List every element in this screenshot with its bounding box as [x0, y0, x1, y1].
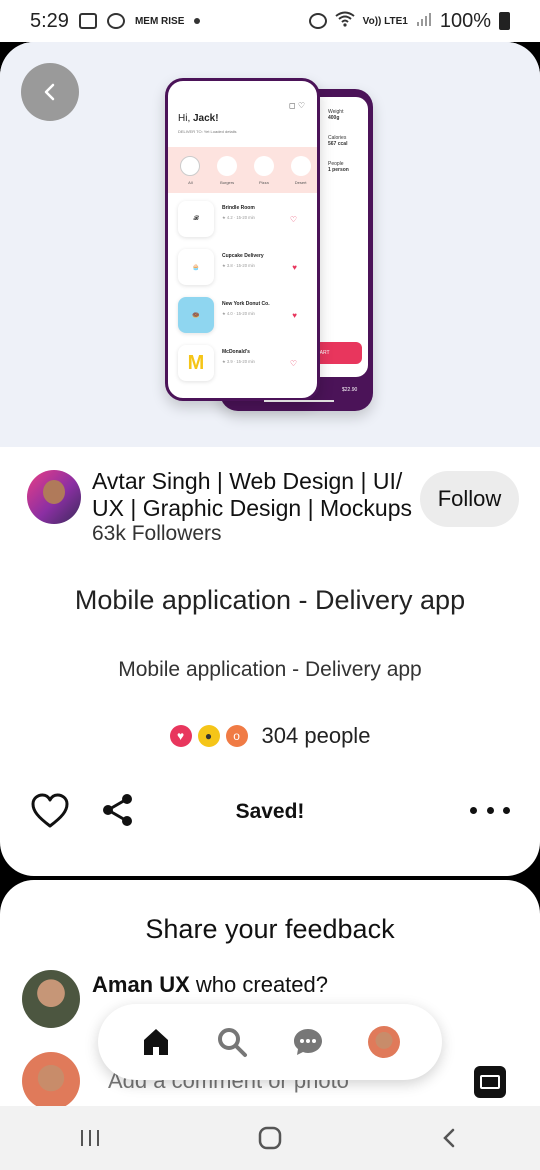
- mockup-logo-icon: 𝓑: [178, 201, 214, 237]
- mockup-restaurant-item: M McDonald's ★ 3.9 · 15-20 min ♡: [178, 345, 313, 385]
- more-dot-icon: [486, 806, 494, 814]
- more-dot-icon: [470, 806, 477, 814]
- mockup-phone-front: ◻ ♡ Hi, Jack! DELIVER TO: Yet Loaded det…: [165, 78, 320, 401]
- battery-icon: [499, 12, 510, 30]
- weight-value: 400g: [328, 115, 340, 121]
- comment: Aman UX who created?: [92, 972, 328, 998]
- home-icon: [144, 1029, 168, 1055]
- chat-icon: [294, 1029, 322, 1055]
- home-button[interactable]: [250, 1118, 290, 1158]
- home-circle-icon: [258, 1126, 282, 1150]
- mockup-greeting-name: Jack!: [193, 113, 219, 124]
- mockup-donut-icon: 🍩: [178, 297, 214, 333]
- status-bar: 5:29 MEM RISE Vo)) LTE1 100%: [0, 0, 540, 42]
- author-row: Avtar Singh | Web Design | UI/ UX | Grap…: [0, 466, 540, 556]
- mockup-category: Desert: [290, 155, 311, 185]
- share-button[interactable]: [100, 792, 136, 828]
- more-dot-icon: [503, 806, 510, 814]
- heart-icon: [31, 793, 69, 828]
- nav-messages[interactable]: [288, 1022, 328, 1062]
- profile-avatar: [368, 1026, 400, 1058]
- search-icon: [218, 1028, 247, 1057]
- saved-label: Saved!: [235, 800, 305, 823]
- mockup-bag-heart-icon: ◻ ♡: [288, 101, 305, 110]
- signal-icon: [416, 10, 432, 33]
- mockup-categories: All Burgers Pizza Desert: [168, 147, 317, 193]
- mockup-category: All: [180, 155, 201, 185]
- pin-card: Weight 400g Calories 567 ccal People 1 pers…: [0, 42, 540, 876]
- action-row: Saved!: [0, 792, 540, 832]
- mockup-mcdonalds-icon: M: [178, 345, 214, 381]
- more-options-button[interactable]: [470, 800, 510, 820]
- clock-alarm-icon: [308, 13, 327, 29]
- wifi-icon: [335, 10, 355, 33]
- comment-author[interactable]: Aman UX: [92, 972, 190, 997]
- author-avatar[interactable]: [27, 470, 81, 524]
- photo-icon: [480, 1075, 500, 1089]
- mockup-cupcake-icon: 🧁: [178, 249, 214, 285]
- system-nav-bar: [0, 1106, 540, 1170]
- reactions-summary[interactable]: ♥ ● o 304 people: [0, 723, 540, 749]
- heart-reaction-icon: ♥: [169, 725, 192, 747]
- wow-reaction-icon: ●: [197, 725, 220, 747]
- current-user-avatar: [22, 1052, 80, 1110]
- mockup-greeting: Hi,: [178, 113, 193, 124]
- dot-icon: [194, 18, 201, 24]
- pin-image[interactable]: Weight 400g Calories 567 ccal People 1 pers…: [0, 42, 540, 447]
- recent-apps-button[interactable]: [70, 1118, 110, 1158]
- mockup-price: $22.90: [342, 387, 358, 393]
- feedback-title: Share your feedback: [145, 914, 395, 944]
- pin-description: Mobile application - Delivery app: [118, 658, 422, 681]
- comment-body: who created?: [189, 972, 328, 997]
- mockup-deliver-to: DELIVER TO: Yet Loaded details: [178, 129, 237, 134]
- mockup-heart-icon: ♥: [292, 263, 297, 272]
- follow-button[interactable]: Follow: [420, 471, 519, 527]
- calories-value: 567 ccal: [328, 141, 348, 147]
- surprised-reaction-icon: o: [225, 725, 248, 747]
- volte-icon: Vo)) LTE1: [362, 15, 408, 27]
- mockup-heart-icon: ♥: [292, 311, 297, 320]
- mockup-restaurant-item: 🧁 Cupcake Delivery ★ 3.8 · 15-20 min ♥: [178, 249, 313, 289]
- mockup-heart-icon: ♡: [289, 359, 297, 368]
- react-button[interactable]: [30, 792, 70, 832]
- chevron-left-icon: [44, 83, 55, 101]
- image-icon: [78, 13, 97, 29]
- mockup-home-indicator: [264, 400, 334, 402]
- nav-search[interactable]: [212, 1022, 252, 1062]
- people-value: 1 person: [328, 167, 349, 173]
- bottom-nav: [98, 1004, 442, 1080]
- author-followers: 63k Followers: [92, 522, 222, 545]
- mockup-restaurant-item: 𝓑 Brindle Room ★ 4.2 · 15-20 min ♡: [178, 201, 313, 241]
- add-photo-button[interactable]: [474, 1066, 506, 1098]
- commenter-avatar[interactable]: [22, 970, 80, 1028]
- back-button[interactable]: [21, 63, 79, 121]
- back-icon: [443, 1128, 455, 1148]
- battery-percent: 100%: [439, 9, 491, 32]
- pin-title: Mobile application - Delivery app: [74, 585, 466, 615]
- mockup-restaurant-item: 🍩 New York Donut Co. ★ 4.0 · 15-20 min ♥: [178, 297, 313, 337]
- share-icon: [103, 794, 132, 826]
- status-time: 5:29: [30, 9, 69, 32]
- nav-profile[interactable]: [364, 1022, 404, 1062]
- nav-home[interactable]: [136, 1022, 176, 1062]
- author-name[interactable]: Avtar Singh | Web Design | UI/ UX | Grap…: [92, 468, 412, 522]
- memrise-icon: MEM RISE: [134, 15, 185, 27]
- recent-apps-icon: [81, 1130, 99, 1146]
- mockup-heart-icon: ♡: [289, 215, 297, 224]
- reaction-count: 304 people: [261, 723, 371, 748]
- mockup-category: Pizza: [253, 155, 274, 185]
- alarm-icon: [106, 13, 125, 29]
- system-back-button[interactable]: [430, 1118, 470, 1158]
- mockup-category: Burgers: [217, 155, 238, 185]
